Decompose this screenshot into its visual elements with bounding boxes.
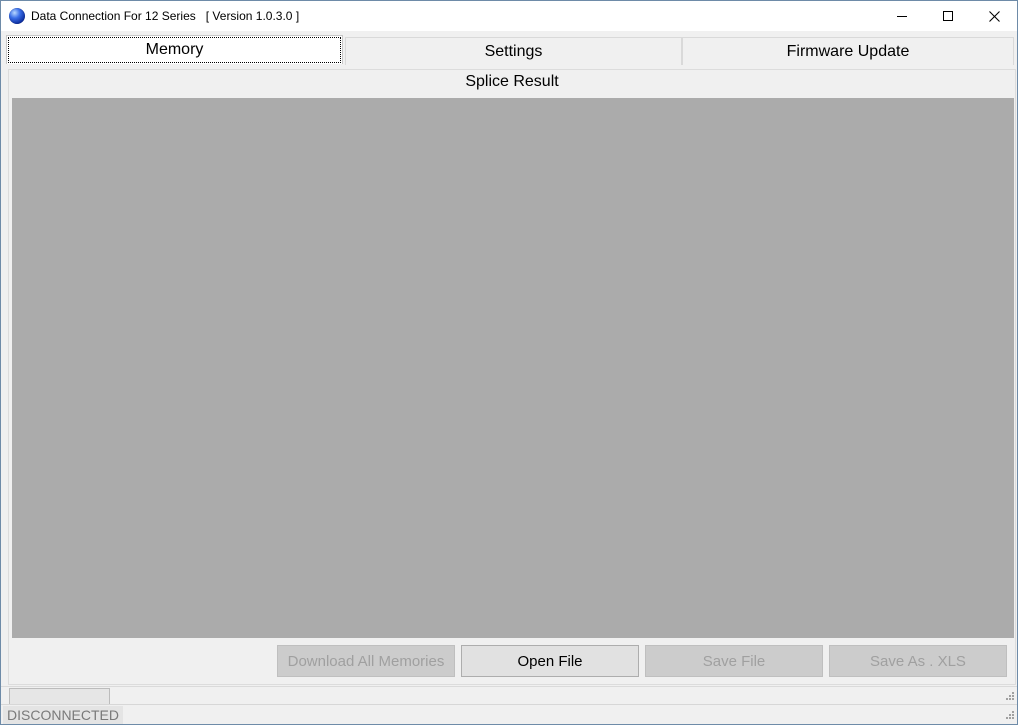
title-bar[interactable]: Data Connection For 12 Series [ Version … xyxy=(1,1,1017,31)
open-file-button[interactable]: Open File xyxy=(461,645,639,677)
tab-bar: Memory Settings Firmware Update xyxy=(6,35,1014,65)
globe-icon xyxy=(9,8,25,24)
status-bar: DISCONNECTED xyxy=(1,704,1017,724)
save-file-button[interactable]: Save File xyxy=(645,645,823,677)
tab-memory[interactable]: Memory xyxy=(6,35,343,64)
tab-settings-label: Settings xyxy=(484,42,543,60)
window-title: Data Connection For 12 Series [ Version … xyxy=(31,9,300,23)
tab-settings[interactable]: Settings xyxy=(345,37,682,65)
maximize-icon xyxy=(943,11,953,21)
splice-result-title: Splice Result xyxy=(465,73,559,90)
bottom-divider xyxy=(1,686,1017,687)
tab-memory-label: Memory xyxy=(145,41,204,58)
minimize-button[interactable] xyxy=(879,1,925,31)
close-icon xyxy=(988,10,1000,22)
download-all-memories-button[interactable]: Download All Memories xyxy=(277,645,455,677)
minimize-icon xyxy=(897,16,907,17)
connection-status: DISCONNECTED xyxy=(3,706,124,724)
panel-resize-grip-icon[interactable] xyxy=(1003,691,1015,703)
close-button[interactable] xyxy=(971,1,1017,31)
tab-firmware-update[interactable]: Firmware Update xyxy=(682,37,1014,65)
save-as-xls-button[interactable]: Save As . XLS xyxy=(829,645,1007,677)
app-window: Data Connection For 12 Series [ Version … xyxy=(0,0,1018,725)
splice-result-grid[interactable] xyxy=(12,98,1014,638)
window-resize-grip-icon[interactable] xyxy=(1003,710,1015,722)
maximize-button[interactable] xyxy=(925,1,971,31)
tab-firmware-update-label: Firmware Update xyxy=(786,42,910,60)
memory-tab-page: Splice Result Download All Memories Open… xyxy=(8,69,1016,685)
progress-panel xyxy=(9,688,110,704)
